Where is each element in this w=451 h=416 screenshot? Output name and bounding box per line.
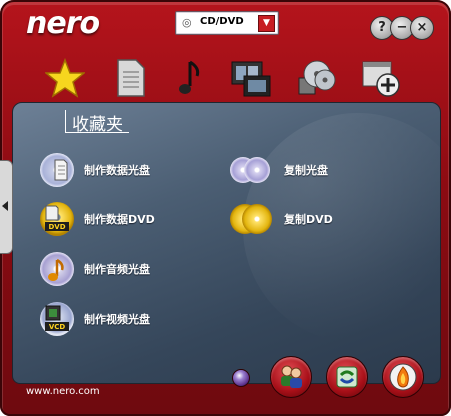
status-orb[interactable] <box>232 369 250 387</box>
favorites-star-icon[interactable] <box>43 57 87 102</box>
disc-icon: ◎ <box>182 16 192 29</box>
data-document-icon[interactable] <box>110 58 150 102</box>
extras-add-icon[interactable] <box>360 58 400 102</box>
task-copy-disc[interactable]: 复制光盘 <box>230 152 328 188</box>
refresh-sync-icon <box>336 366 358 388</box>
close-button[interactable]: × <box>410 16 434 40</box>
nero-window-frame: nero ◎ CD/DVD ▼ ? − × 收藏夹 制作数据光盘 DVD 制作数… <box>0 0 451 416</box>
task-make-audio-disc[interactable]: 制作音频光盘 <box>40 251 150 287</box>
task-label: 复制DVD <box>284 213 333 226</box>
media-type-dropdown[interactable]: ◎ CD/DVD ▼ <box>175 11 279 35</box>
website-link[interactable]: www.nero.com <box>26 386 100 397</box>
data-dvd-icon: DVD <box>40 202 74 236</box>
photo-video-filmstrip-icon[interactable] <box>230 58 271 102</box>
user-accounts-button[interactable] <box>270 356 312 398</box>
burn-fire-button[interactable] <box>382 356 424 398</box>
copy-disc-icon <box>230 153 274 187</box>
section-title: 收藏夹 <box>65 110 129 135</box>
dropdown-arrow-icon[interactable]: ▼ <box>258 15 275 32</box>
task-make-video-disc[interactable]: VCD 制作视频光盘 <box>40 301 150 337</box>
audio-disc-icon <box>40 252 74 286</box>
task-make-data-disc[interactable]: 制作数据光盘 <box>40 152 150 188</box>
media-type-value: CD/DVD <box>200 16 244 27</box>
svg-text:DVD: DVD <box>48 223 65 231</box>
side-panel-toggle[interactable] <box>0 160 13 254</box>
nero-logo: nero <box>26 6 100 41</box>
burn-fire-icon <box>389 363 417 391</box>
task-label: 制作数据光盘 <box>84 164 150 177</box>
refresh-sync-button[interactable] <box>326 356 368 398</box>
task-label: 制作视频光盘 <box>84 313 150 326</box>
data-disc-icon <box>40 153 74 187</box>
task-label: 制作数据DVD <box>84 213 155 226</box>
audio-music-note-icon[interactable] <box>170 58 210 102</box>
svg-text:VCD: VCD <box>49 323 66 331</box>
copy-dvd-icon <box>230 202 274 236</box>
task-make-data-dvd[interactable]: DVD 制作数据DVD <box>40 201 155 237</box>
task-label: 复制光盘 <box>284 164 328 177</box>
task-label: 制作音频光盘 <box>84 263 150 276</box>
copy-backup-discs-icon[interactable] <box>295 58 336 102</box>
category-toolbar <box>40 57 410 106</box>
content-panel <box>12 102 441 384</box>
chevron-left-icon <box>2 201 8 211</box>
user-accounts-icon <box>281 365 302 388</box>
task-copy-dvd[interactable]: 复制DVD <box>230 201 333 237</box>
video-disc-icon: VCD <box>40 302 74 336</box>
